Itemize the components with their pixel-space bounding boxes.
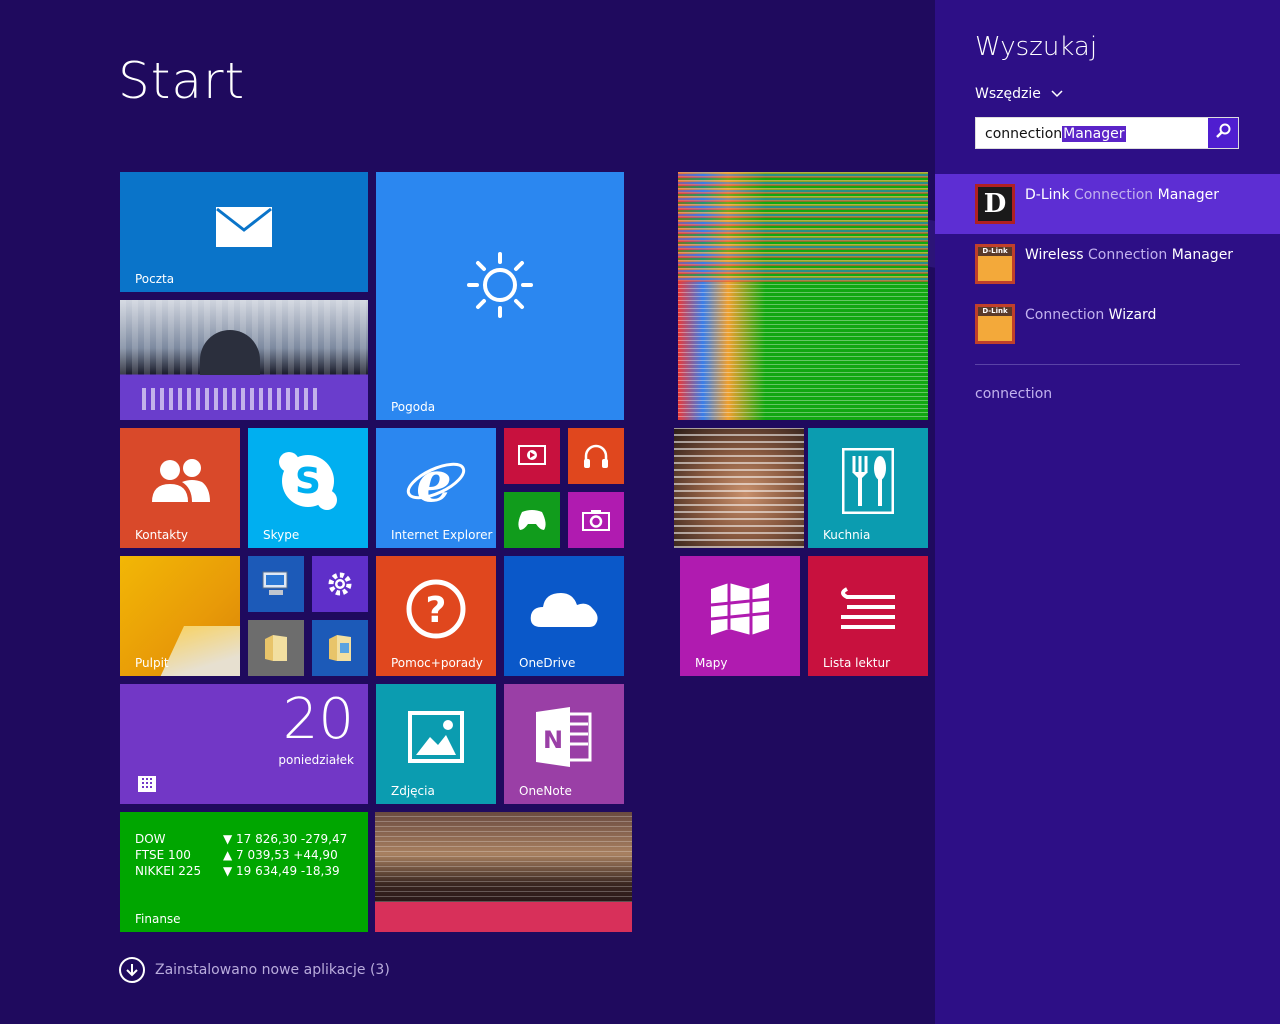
search-result[interactable]: D-Link Connection Wizard: [935, 294, 1280, 354]
search-icon: [1215, 123, 1231, 143]
search-result[interactable]: D D-Link Connection Manager: [935, 174, 1280, 234]
tile-kitchen[interactable]: Kuchnia: [808, 428, 928, 548]
search-pane: Wyszukaj Wszędzie connectionManager D D-…: [935, 0, 1280, 1024]
tile-onedrive[interactable]: OneDrive: [504, 556, 624, 676]
tile-onedrive-label: OneDrive: [519, 656, 576, 670]
tile-this-pc[interactable]: [248, 556, 304, 612]
calendar-icon: [138, 776, 156, 792]
gamepad-icon: [504, 492, 560, 548]
tile-onenote[interactable]: N OneNote: [504, 684, 624, 804]
tile-games[interactable]: [504, 492, 560, 548]
video-icon: [504, 428, 560, 484]
tile-glitched-photo[interactable]: [674, 428, 804, 548]
tile-camera[interactable]: [568, 492, 624, 548]
dlink-icon: D-Link: [975, 244, 1015, 284]
tile-help-label: Pomoc+porady: [391, 656, 483, 670]
svg-text:e: e: [416, 451, 452, 511]
new-apps-link[interactable]: Zainstalowano nowe aplikacje (3): [119, 957, 390, 983]
search-title: Wyszukaj: [975, 32, 1098, 62]
finance-index-value: ▼ 17 826,30 -279,47: [223, 832, 348, 846]
tile-music[interactable]: [568, 428, 624, 484]
tile-glitched-image[interactable]: [375, 812, 632, 932]
search-result-label: D-Link Connection Manager: [1025, 187, 1219, 203]
tile-onenote-label: OneNote: [519, 784, 572, 798]
tile-skype-label: Skype: [263, 528, 300, 542]
tile-internet-explorer[interactable]: e Internet Explorer: [376, 428, 496, 548]
tile-finance-label: Finanse: [135, 912, 181, 926]
computer-icon: [248, 556, 304, 612]
tile-finance[interactable]: DOW ▼ 17 826,30 -279,47 FTSE 100 ▲ 7 039,5…: [120, 812, 368, 932]
dlink-icon: D-Link: [975, 304, 1015, 344]
finance-index-value: ▼ 19 634,49 -18,39: [223, 864, 340, 878]
search-result-label: Wireless Connection Manager: [1025, 247, 1234, 263]
search-scope-dropdown[interactable]: Wszędzie: [975, 86, 1063, 102]
sport-headline-noise: [142, 388, 322, 410]
sport-image: [200, 330, 260, 375]
search-scope-label: Wszędzie: [975, 86, 1041, 102]
finance-row: DOW ▼ 17 826,30 -279,47: [135, 832, 347, 846]
svg-text:N: N: [543, 726, 563, 754]
tile-skype[interactable]: S Skype: [248, 428, 368, 548]
tile-photos-label: Zdjęcia: [391, 784, 435, 798]
tile-settings[interactable]: [312, 556, 368, 612]
calendar-weekday: poniedziałek: [278, 753, 354, 767]
tile-mail-label: Poczta: [135, 272, 175, 286]
tile-photos[interactable]: Zdjęcia: [376, 684, 496, 804]
tile-desktop[interactable]: Pulpit: [120, 556, 240, 676]
search-query-plain: connection: [985, 126, 1063, 142]
svg-text:S: S: [295, 461, 321, 502]
tile-reading-list[interactable]: Lista lektur: [808, 556, 928, 676]
search-result-label: Connection Wizard: [1025, 307, 1157, 323]
finance-index-name: NIKKEI 225: [135, 864, 202, 878]
tile-maps[interactable]: Mapy: [680, 556, 800, 676]
tile-sport-news[interactable]: [120, 300, 368, 420]
search-query-selected: Manager: [1062, 126, 1126, 142]
tile-glitched-news[interactable]: [678, 172, 928, 420]
finance-row: FTSE 100 ▲ 7 039,53 +44,90: [135, 848, 338, 862]
tile-help[interactable]: ? Pomoc+porady: [376, 556, 496, 676]
search-suggestion[interactable]: connection: [975, 386, 1052, 402]
finance-index-value: ▲ 7 039,53 +44,90: [223, 848, 338, 862]
finance-index-name: FTSE 100: [135, 848, 191, 862]
results-divider: [975, 364, 1240, 365]
new-apps-label: Zainstalowano nowe aplikacje (3): [155, 962, 390, 978]
tile-maps-label: Mapy: [695, 656, 728, 670]
search-query: connectionManager: [985, 126, 1126, 142]
tile-file-explorer[interactable]: [248, 620, 304, 676]
search-button[interactable]: [1208, 118, 1238, 148]
tile-desktop-label: Pulpit: [135, 656, 169, 670]
search-result[interactable]: D-Link Wireless Connection Manager: [935, 234, 1280, 294]
finance-row: NIKKEI 225 ▼ 19 634,49 -18,39: [135, 864, 340, 878]
tile-calendar[interactable]: 20 poniedziałek: [120, 684, 368, 804]
chevron-down-icon: [1051, 86, 1063, 102]
dlink-d-icon: D: [975, 184, 1015, 224]
tile-contacts-label: Kontakty: [135, 528, 189, 542]
tile-photo-viewer[interactable]: [312, 620, 368, 676]
tile-mail[interactable]: Poczta: [120, 172, 368, 292]
headphones-icon: [568, 428, 624, 484]
tile-ie-label: Internet Explorer: [391, 528, 493, 542]
gear-icon: [312, 556, 368, 612]
finance-index-name: DOW: [135, 832, 166, 846]
tile-weather-label: Pogoda: [391, 400, 436, 414]
camera-icon: [568, 492, 624, 548]
tile-reading-list-label: Lista lektur: [823, 656, 891, 670]
arrow-down-circle-icon: [119, 957, 145, 983]
calendar-day: 20: [282, 687, 354, 752]
photo-folder-icon: [312, 620, 368, 676]
sun-icon: [376, 172, 624, 420]
svg-text:?: ?: [426, 590, 447, 631]
glitch-noise-band: [678, 172, 928, 282]
tile-video[interactable]: [504, 428, 560, 484]
tile-weather[interactable]: Pogoda: [376, 172, 624, 420]
tile-contacts[interactable]: Kontakty: [120, 428, 240, 548]
tile-kitchen-label: Kuchnia: [823, 528, 871, 542]
search-input[interactable]: connectionManager: [975, 117, 1239, 149]
folder-icon: [248, 620, 304, 676]
start-title: Start: [118, 52, 246, 110]
